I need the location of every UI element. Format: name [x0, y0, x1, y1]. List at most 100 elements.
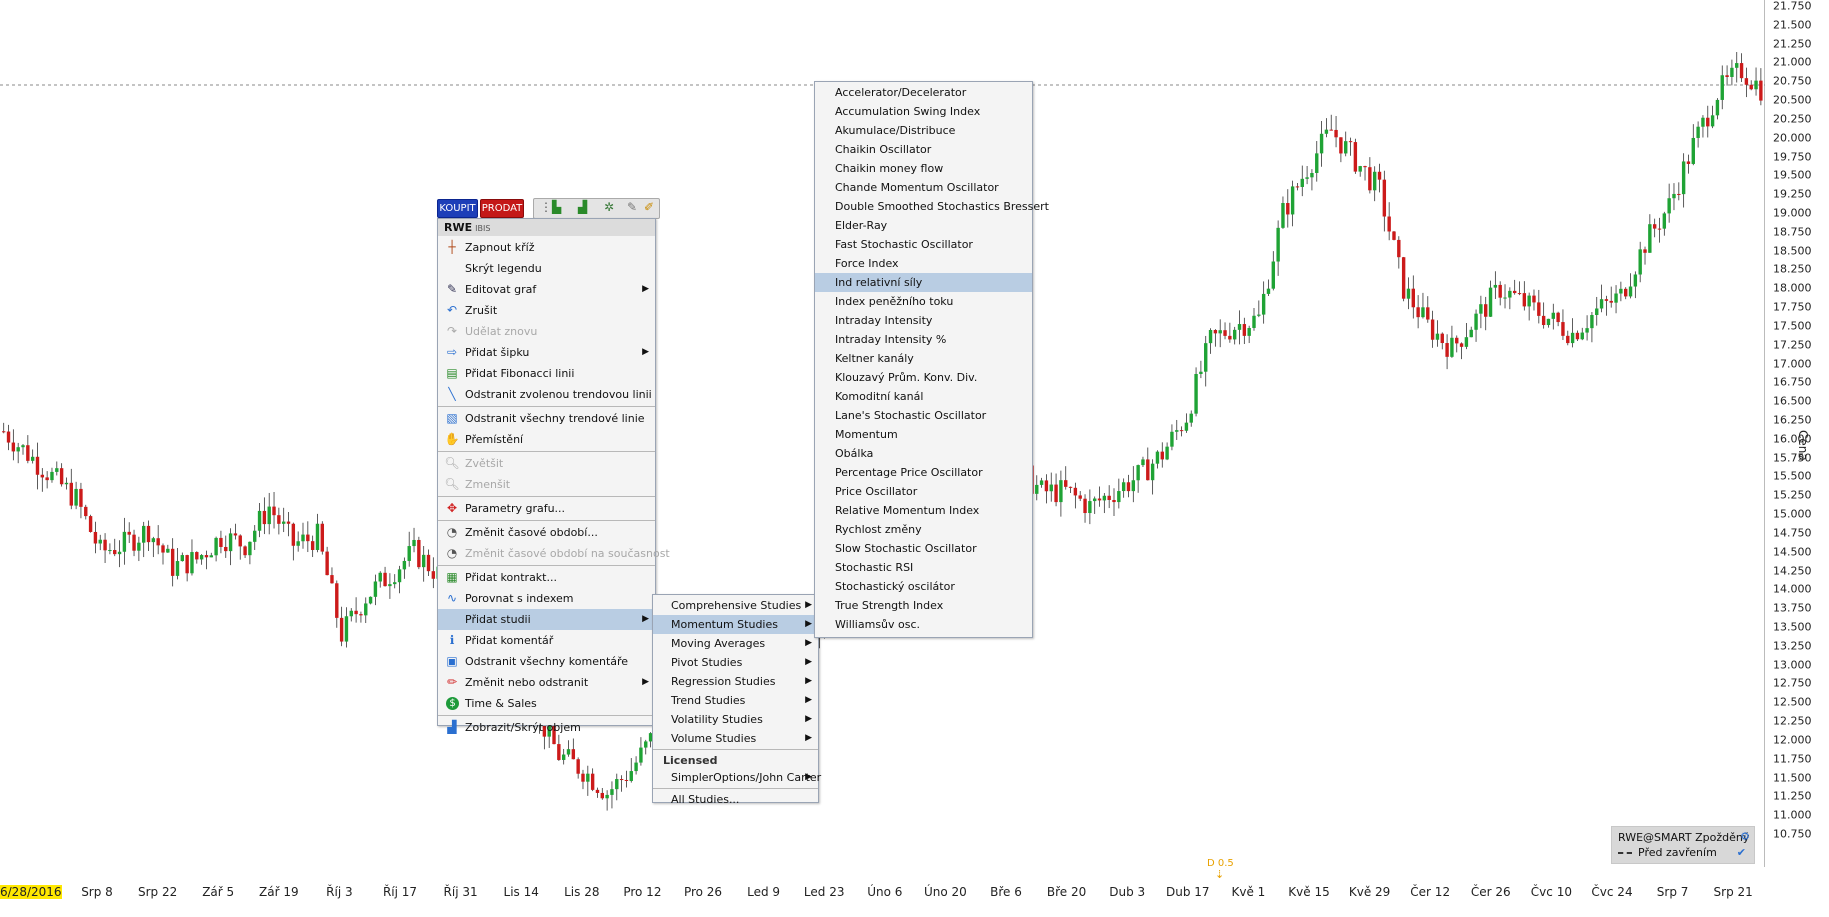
candle-body — [1537, 302, 1541, 316]
momentum-study-item[interactable]: Chaikin money flow — [815, 159, 1032, 178]
study-category-item[interactable]: Regression Studies ▶ — [653, 672, 818, 691]
candle — [26, 435, 30, 464]
y-tick-label: 11.000 — [1773, 808, 1812, 822]
momentum-study-item[interactable]: Keltner kanály — [815, 349, 1032, 368]
study-category-item[interactable]: Pivot Studies ▶ — [653, 653, 818, 672]
momentum-study-item[interactable]: Relative Momentum Index — [815, 501, 1032, 520]
study-category-item[interactable]: Volume Studies ▶ — [653, 729, 818, 748]
context-menu-item[interactable]: ℹ Přidat komentář — [438, 630, 655, 651]
candle — [1097, 486, 1102, 507]
context-menu-item[interactable]: ▟ Zobrazit/Skrýt objem — [438, 717, 655, 738]
candle-body — [1358, 166, 1362, 172]
momentum-study-item[interactable]: Force Index — [815, 254, 1032, 273]
study-category-item[interactable]: Moving Averages ▶ — [653, 634, 818, 653]
momentum-study-item[interactable]: Rychlost změny — [815, 520, 1032, 539]
submenu-arrow-icon: ▶ — [805, 695, 812, 705]
candle-body — [600, 792, 604, 799]
study-category-label: Momentum Studies — [671, 618, 778, 631]
context-menu-item[interactable]: ◔ Změnit časové období... — [438, 522, 655, 543]
context-menu-item[interactable]: $ Time & Sales — [438, 693, 655, 714]
candle — [1150, 459, 1155, 495]
context-menu-item[interactable]: Skrýt legendu — [438, 258, 655, 279]
momentum-study-item[interactable]: Ind relativní síly — [815, 273, 1032, 292]
candle — [209, 552, 213, 558]
momentum-study-item[interactable]: Obálka — [815, 444, 1032, 463]
candle-body — [281, 521, 286, 524]
momentum-study-item[interactable]: Chaikin Oscillator — [815, 140, 1032, 159]
context-menu-item[interactable]: ✥ Parametry grafu... — [438, 498, 655, 519]
candle-body — [199, 555, 204, 560]
chart-legend[interactable]: RWE@SMART Zpožděný ⚙ Před zavřením ✔ — [1611, 826, 1755, 864]
momentum-study-item[interactable]: Momentum — [815, 425, 1032, 444]
momentum-study-item[interactable]: Komoditní kanál — [815, 387, 1032, 406]
momentum-study-item[interactable]: Intraday Intensity % — [815, 330, 1032, 349]
candle — [1652, 218, 1657, 238]
momentum-study-item[interactable]: Klouzavý Prům. Konv. Div. — [815, 368, 1032, 387]
study-category-item[interactable]: Momentum Studies ▶ — [653, 615, 818, 634]
y-tick-label: 19.750 — [1773, 150, 1812, 164]
candle-body — [1570, 332, 1575, 344]
candle — [228, 528, 233, 566]
context-menu-item[interactable]: Přidat studii ▶ — [438, 609, 655, 630]
context-menu-item[interactable]: ▧ Odstranit všechny trendové linie — [438, 408, 655, 429]
context-menu-item[interactable]: ⇨ Přidat šipku ▶ — [438, 342, 655, 363]
momentum-study-item[interactable]: Fast Stochastic Oscillator — [815, 235, 1032, 254]
momentum-study-item[interactable]: Double Smoothed Stochastics Bressert — [815, 197, 1049, 216]
momentum-study-item[interactable]: Index peněžního toku — [815, 292, 1032, 311]
context-menu-item[interactable]: ▣ Odstranit všechny komentáře — [438, 651, 655, 672]
study-category-item[interactable]: Trend Studies ▶ — [653, 691, 818, 710]
brush-icon[interactable]: ✐ — [644, 200, 654, 214]
licensed-study-label: SimplerOptions/John Carter — [671, 771, 822, 784]
context-menu-item-label: Skrýt legendu — [465, 262, 542, 275]
candle-body — [1527, 295, 1531, 307]
context-menu-item[interactable]: ▤ Přidat Fibonacci linii — [438, 363, 655, 384]
candle-body — [1512, 290, 1517, 294]
all-studies-item[interactable]: All Studies... — [653, 790, 818, 809]
chart-icon[interactable]: ▙ — [552, 200, 561, 214]
menu-separator — [438, 451, 655, 452]
momentum-study-item[interactable]: True Strength Index — [815, 596, 1032, 615]
context-menu-item[interactable]: ▦ Přidat kontrakt... — [438, 567, 655, 588]
candle — [1508, 287, 1512, 310]
candle-body — [407, 546, 411, 561]
context-menu-item[interactable]: ↶ Zrušit — [438, 300, 655, 321]
momentum-study-item[interactable]: Akumulace/Distribuce — [815, 121, 1032, 140]
study-category-item[interactable]: Comprehensive Studies ▶ — [653, 596, 818, 615]
candle-body — [325, 551, 329, 576]
gear-icon[interactable]: ⚙ — [1740, 830, 1750, 843]
candle-body — [1097, 498, 1102, 501]
line-tool-icon[interactable]: ✎ — [627, 200, 637, 214]
candle — [1199, 360, 1203, 379]
momentum-study-item[interactable]: Stochastic RSI — [815, 558, 1032, 577]
check-icon[interactable]: ✔ — [1737, 846, 1746, 859]
momentum-study-item[interactable]: Chande Momentum Oscillator — [815, 178, 1032, 197]
momentum-study-item[interactable]: Price Oscillator — [815, 482, 1032, 501]
context-menu-item[interactable]: ∿ Porovnat s indexem — [438, 588, 655, 609]
momentum-study-item[interactable]: Stochastický oscilátor — [815, 577, 1032, 596]
momentum-study-item[interactable]: Accelerator/Decelerator — [815, 83, 1032, 102]
context-menu-item[interactable]: ✎ Editovat graf ▶ — [438, 279, 655, 300]
momentum-study-item[interactable]: Williamsův osc. — [815, 615, 1032, 634]
candle — [2, 422, 6, 434]
candle — [1701, 115, 1705, 138]
momentum-study-item[interactable]: Lane's Stochastic Oscillator — [815, 406, 1032, 425]
tools-icon[interactable]: ✲ — [604, 200, 614, 214]
momentum-study-item[interactable]: Intraday Intensity — [815, 311, 1032, 330]
momentum-study-item[interactable]: Elder-Ray — [815, 216, 1032, 235]
context-menu-item[interactable]: ✋ Přemístění — [438, 429, 655, 450]
momentum-study-item[interactable]: Accumulation Swing Index — [815, 102, 1032, 121]
momentum-study-item[interactable]: Percentage Price Oscillator — [815, 463, 1032, 482]
candle — [219, 530, 223, 554]
context-menu-item-label: Zmenšit — [465, 478, 511, 491]
context-menu-item[interactable]: ╲ Odstranit zvolenou trendovou linii — [438, 384, 655, 405]
study-category-item[interactable]: Volatility Studies ▶ — [653, 710, 818, 729]
buy-button[interactable]: KOUPIT — [437, 199, 478, 218]
context-menu-item[interactable]: ✏ Změnit nebo odstranit ▶ — [438, 672, 655, 693]
momentum-study-item[interactable]: Slow Stochastic Oscillator — [815, 539, 1032, 558]
candle-body — [1426, 307, 1430, 320]
context-menu-item[interactable]: ┼ Zapnout kříž — [438, 237, 655, 258]
candle — [619, 775, 624, 792]
bar-chart-icon[interactable]: ▟ — [578, 200, 587, 214]
licensed-study-item[interactable]: SimplerOptions/John Carter ▶ — [653, 768, 822, 787]
sell-button[interactable]: PRODAT — [480, 199, 524, 218]
